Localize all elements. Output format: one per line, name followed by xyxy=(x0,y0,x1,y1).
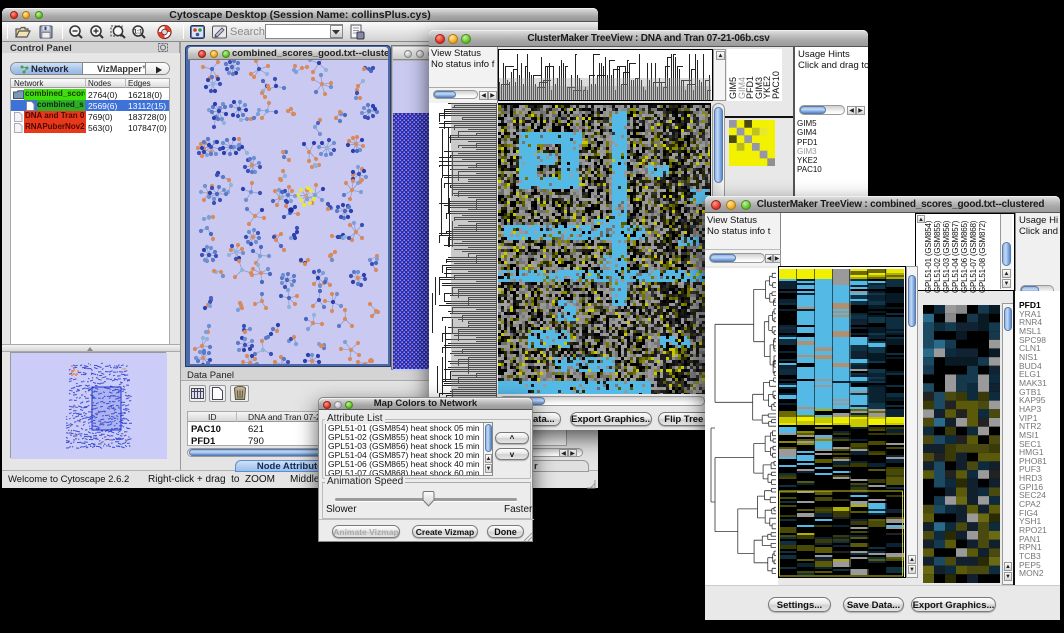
svg-text:1:1: 1:1 xyxy=(134,30,143,36)
